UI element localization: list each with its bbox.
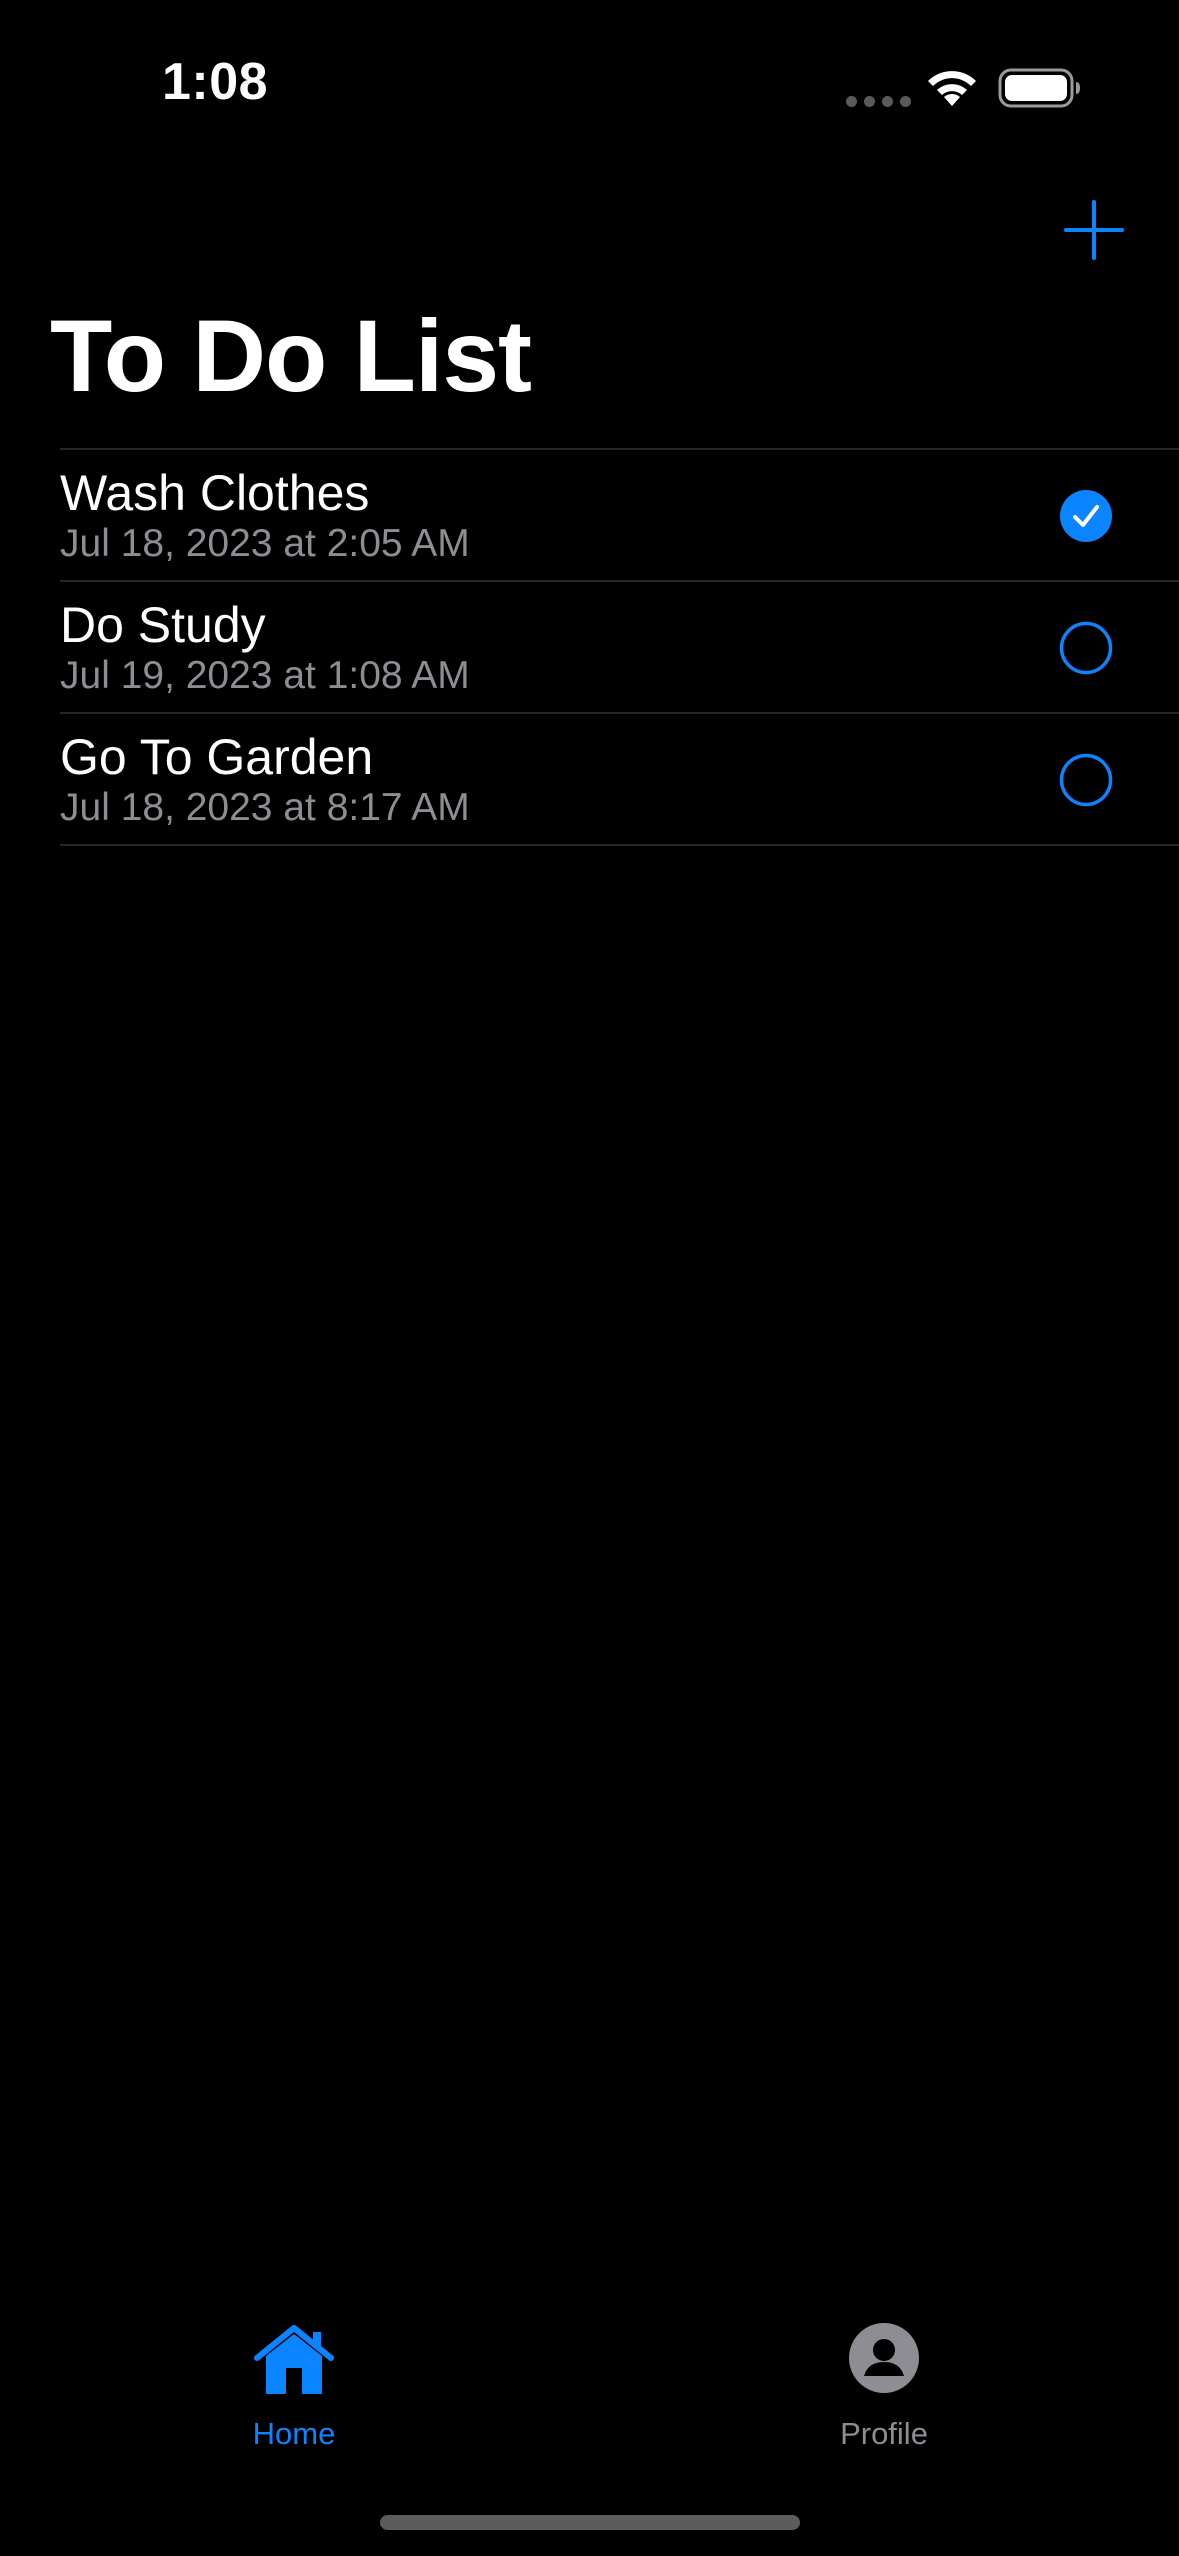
circle-icon[interactable] [1059,621,1113,675]
page-title: To Do List [50,299,532,413]
wifi-icon [928,71,976,106]
status-time: 1:08 [162,53,269,111]
person-circle-icon [849,2323,919,2393]
tab-bar: Home Profile [0,2300,1179,2500]
todo-title: Wash Clothes [60,465,370,521]
todo-title: Do Study [60,597,266,653]
todo-date: Jul 19, 2023 at 1:08 AM [60,654,470,697]
todo-title: Go To Garden [60,729,374,785]
list-item[interactable]: Go To Garden Jul 18, 2023 at 8:17 AM [60,714,1179,846]
list-item[interactable]: Wash Clothes Jul 18, 2023 at 2:05 AM [60,450,1179,582]
todo-date: Jul 18, 2023 at 8:17 AM [60,786,470,829]
todo-date: Jul 18, 2023 at 2:05 AM [60,522,470,565]
tab-profile[interactable]: Profile [774,2322,994,2462]
circle-icon[interactable] [1059,753,1113,807]
tab-label-home: Home [252,2416,336,2451]
cellular-signal-icon [846,96,911,107]
todo-list: Wash Clothes Jul 18, 2023 at 2:05 AM Do … [60,448,1179,846]
tab-label-profile: Profile [840,2416,928,2451]
add-button[interactable] [1062,198,1126,262]
list-item[interactable]: Do Study Jul 19, 2023 at 1:08 AM [60,582,1179,714]
house-icon [254,2325,334,2394]
tab-home[interactable]: Home [184,2322,404,2462]
checkmark-circle-fill-icon[interactable] [1059,489,1113,543]
home-indicator[interactable] [380,2515,800,2530]
battery-icon [998,68,1080,108]
status-bar: 1:08 [0,0,1179,180]
